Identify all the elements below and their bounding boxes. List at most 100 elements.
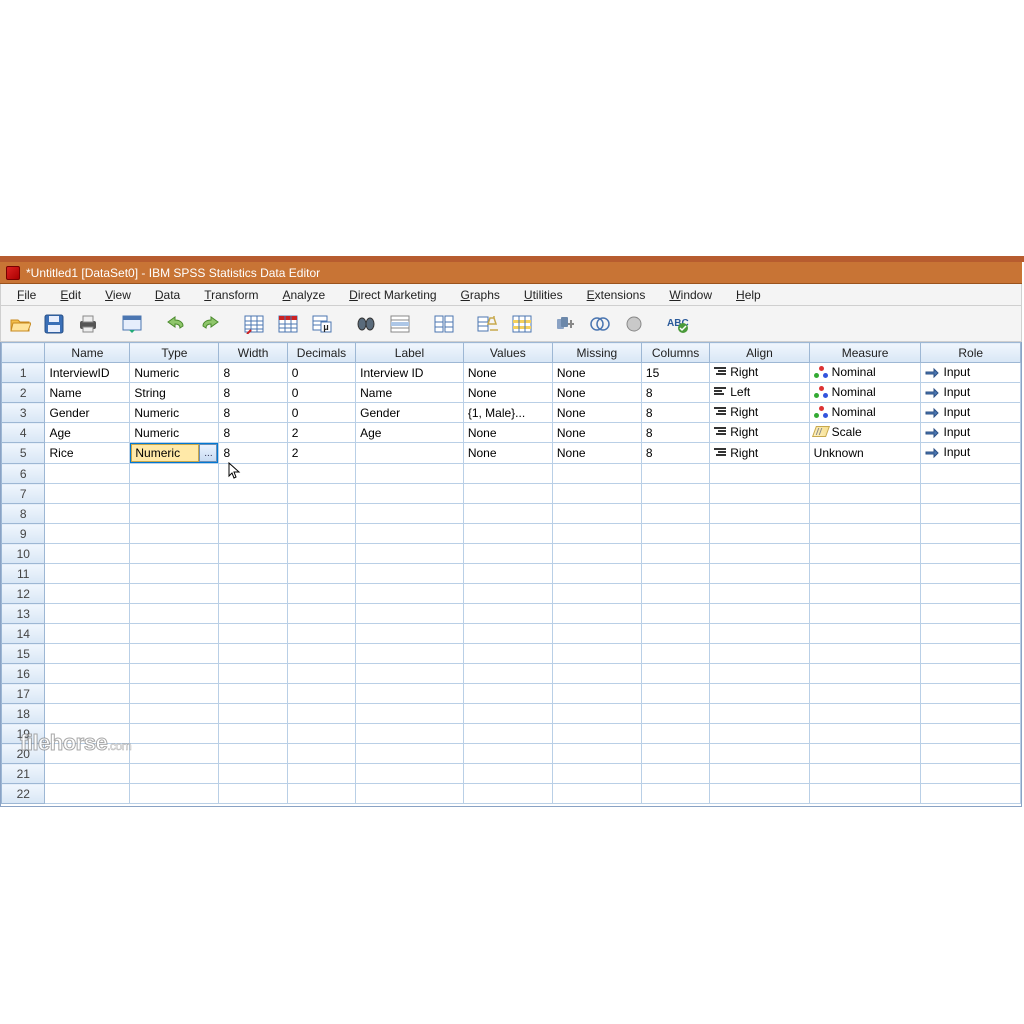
empty-cell[interactable] bbox=[552, 584, 641, 604]
menu-edit[interactable]: Edit bbox=[48, 288, 93, 302]
cell-values[interactable]: None bbox=[463, 383, 552, 403]
empty-cell[interactable] bbox=[809, 564, 921, 584]
cell-label[interactable]: Interview ID bbox=[356, 363, 464, 383]
empty-cell[interactable] bbox=[921, 564, 1021, 584]
empty-cell[interactable] bbox=[710, 484, 809, 504]
empty-cell[interactable] bbox=[921, 704, 1021, 724]
print-button[interactable] bbox=[73, 310, 103, 338]
variable-row[interactable]: 3GenderNumeric80Gender{1, Male}...None8R… bbox=[2, 403, 1021, 423]
empty-cell[interactable] bbox=[463, 624, 552, 644]
empty-cell[interactable] bbox=[356, 684, 464, 704]
empty-cell[interactable] bbox=[45, 684, 130, 704]
empty-cell[interactable] bbox=[710, 684, 809, 704]
row-number[interactable]: 18 bbox=[2, 704, 45, 724]
empty-cell[interactable] bbox=[287, 524, 355, 544]
empty-row[interactable]: 21 bbox=[2, 764, 1021, 784]
empty-cell[interactable] bbox=[809, 764, 921, 784]
empty-cell[interactable] bbox=[463, 504, 552, 524]
empty-cell[interactable] bbox=[552, 524, 641, 544]
empty-cell[interactable] bbox=[356, 644, 464, 664]
cell-type[interactable]: Numeric bbox=[130, 363, 219, 383]
empty-cell[interactable] bbox=[921, 584, 1021, 604]
empty-cell[interactable] bbox=[921, 464, 1021, 484]
empty-cell[interactable] bbox=[287, 744, 355, 764]
empty-cell[interactable] bbox=[921, 484, 1021, 504]
empty-cell[interactable] bbox=[921, 724, 1021, 744]
empty-cell[interactable] bbox=[463, 664, 552, 684]
empty-cell[interactable] bbox=[641, 564, 709, 584]
empty-cell[interactable] bbox=[45, 624, 130, 644]
empty-cell[interactable] bbox=[356, 524, 464, 544]
empty-cell[interactable] bbox=[219, 464, 287, 484]
cell-align[interactable]: Right bbox=[710, 423, 809, 443]
spellcheck-button[interactable]: ABC bbox=[663, 310, 693, 338]
empty-cell[interactable] bbox=[130, 504, 219, 524]
empty-cell[interactable] bbox=[641, 604, 709, 624]
menu-direct-marketing[interactable]: Direct Marketing bbox=[337, 288, 448, 302]
cell-values[interactable]: None bbox=[463, 423, 552, 443]
empty-cell[interactable] bbox=[921, 524, 1021, 544]
cell-measure[interactable]: Unknown bbox=[809, 443, 921, 464]
empty-cell[interactable] bbox=[552, 484, 641, 504]
empty-cell[interactable] bbox=[130, 564, 219, 584]
row-number[interactable]: 6 bbox=[2, 464, 45, 484]
menu-transform[interactable]: Transform bbox=[192, 288, 270, 302]
menu-extensions[interactable]: Extensions bbox=[575, 288, 658, 302]
row-number[interactable]: 21 bbox=[2, 764, 45, 784]
empty-cell[interactable] bbox=[45, 504, 130, 524]
empty-row[interactable]: 19 bbox=[2, 724, 1021, 744]
row-number[interactable]: 8 bbox=[2, 504, 45, 524]
menu-graphs[interactable]: Graphs bbox=[449, 288, 512, 302]
empty-row[interactable]: 12 bbox=[2, 584, 1021, 604]
save-button[interactable] bbox=[39, 310, 69, 338]
cell-columns[interactable]: 15 bbox=[641, 363, 709, 383]
empty-cell[interactable] bbox=[641, 524, 709, 544]
cell-decimals[interactable]: 0 bbox=[287, 363, 355, 383]
cell-label[interactable]: Name bbox=[356, 383, 464, 403]
empty-cell[interactable] bbox=[809, 464, 921, 484]
cell-values[interactable]: None bbox=[463, 363, 552, 383]
empty-cell[interactable] bbox=[463, 724, 552, 744]
goto-case-button[interactable] bbox=[239, 310, 269, 338]
row-number[interactable]: 4 bbox=[2, 423, 45, 443]
empty-row[interactable]: 6 bbox=[2, 464, 1021, 484]
empty-cell[interactable] bbox=[287, 504, 355, 524]
empty-cell[interactable] bbox=[356, 564, 464, 584]
empty-cell[interactable] bbox=[356, 764, 464, 784]
cell-type[interactable]: String bbox=[130, 383, 219, 403]
empty-cell[interactable] bbox=[287, 484, 355, 504]
type-picker-button[interactable]: ... bbox=[199, 444, 217, 462]
value-labels-button[interactable] bbox=[551, 310, 581, 338]
empty-cell[interactable] bbox=[463, 604, 552, 624]
empty-row[interactable]: 10 bbox=[2, 544, 1021, 564]
variable-row[interactable]: 2NameString80NameNoneNone8LeftNominalInp… bbox=[2, 383, 1021, 403]
cell-measure[interactable]: Scale bbox=[809, 423, 921, 443]
empty-row[interactable]: 18 bbox=[2, 704, 1021, 724]
cell-missing[interactable]: None bbox=[552, 363, 641, 383]
cell-decimals[interactable]: 0 bbox=[287, 403, 355, 423]
empty-cell[interactable] bbox=[356, 704, 464, 724]
empty-cell[interactable] bbox=[710, 464, 809, 484]
empty-cell[interactable] bbox=[921, 624, 1021, 644]
empty-cell[interactable] bbox=[287, 544, 355, 564]
cell-decimals[interactable]: 2 bbox=[287, 443, 355, 464]
cell-name[interactable]: Name bbox=[45, 383, 130, 403]
empty-cell[interactable] bbox=[45, 784, 130, 804]
empty-cell[interactable] bbox=[710, 564, 809, 584]
empty-cell[interactable] bbox=[219, 724, 287, 744]
empty-cell[interactable] bbox=[710, 584, 809, 604]
empty-cell[interactable] bbox=[45, 584, 130, 604]
cell-width[interactable]: 8 bbox=[219, 363, 287, 383]
cell-align[interactable]: Right bbox=[710, 443, 809, 464]
col-measure[interactable]: Measure bbox=[809, 343, 921, 363]
empty-cell[interactable] bbox=[45, 484, 130, 504]
empty-cell[interactable] bbox=[552, 504, 641, 524]
cell-measure[interactable]: Nominal bbox=[809, 403, 921, 423]
empty-cell[interactable] bbox=[921, 544, 1021, 564]
empty-cell[interactable] bbox=[463, 464, 552, 484]
row-number[interactable]: 9 bbox=[2, 524, 45, 544]
row-number[interactable]: 22 bbox=[2, 784, 45, 804]
menu-analyze[interactable]: Analyze bbox=[270, 288, 337, 302]
empty-cell[interactable] bbox=[463, 484, 552, 504]
empty-cell[interactable] bbox=[641, 624, 709, 644]
